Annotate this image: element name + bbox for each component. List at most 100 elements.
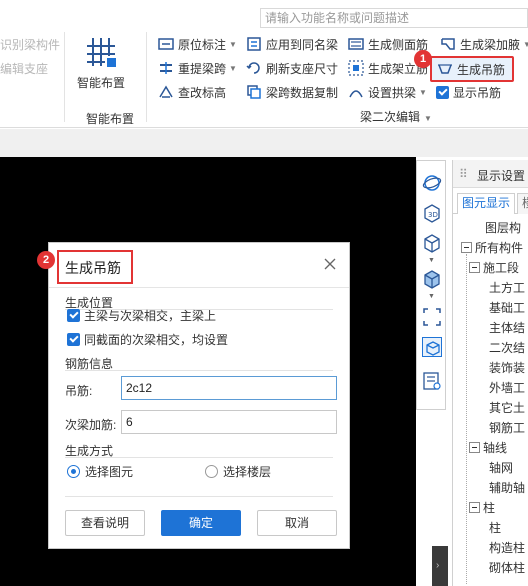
canvas-scroll-handle[interactable]: › — [432, 546, 448, 586]
layer-list-button[interactable] — [422, 371, 442, 391]
span-icon — [160, 62, 172, 74]
chevron-down-icon[interactable]: ▼ — [428, 293, 435, 300]
panel-title-bar[interactable]: ⠿ 显示设置 — [453, 160, 528, 188]
chevron-down-icon: ▼ — [419, 87, 427, 97]
chevron-down-icon: ▼ — [229, 63, 237, 73]
cb-main-secondary-intersect[interactable]: 主梁与次梁相交，主梁上 — [67, 307, 216, 324]
tree-label: 二次结 — [489, 341, 526, 355]
gen-beam-haunch-button[interactable]: 生成梁加腋 ▼ — [440, 34, 528, 54]
gen-side-rebar-button[interactable]: 生成侧面筋 — [348, 34, 428, 54]
gen-hanger-rebar-inner: 生成吊筋 — [437, 59, 505, 79]
collapse-icon[interactable] — [469, 502, 480, 513]
checkbox-checked-icon — [67, 333, 80, 346]
tab-element-display[interactable]: 图元显示 — [457, 193, 516, 214]
radio-select-element[interactable]: 选择图元 — [67, 463, 133, 480]
tree-item[interactable]: 柱 — [489, 518, 501, 538]
smart-layout-button[interactable]: 智能布置 — [74, 32, 128, 90]
drag-grip-icon[interactable]: ⠿ — [459, 167, 468, 181]
collapse-icon[interactable] — [461, 242, 472, 253]
tree-label: 其它土 — [489, 401, 526, 415]
gen-beam-haunch-label: 生成梁加腋 — [460, 37, 521, 52]
tree-label: 轴线 — [483, 441, 508, 455]
tab-floor-display[interactable]: 楼 — [517, 193, 528, 214]
chevron-right-icon: › — [436, 560, 440, 571]
dialog-title: 生成吊筋 — [65, 260, 121, 276]
set-arch-beam-label: 设置拱梁 — [368, 85, 417, 100]
tree-label: 钢筋工 — [489, 421, 526, 435]
solid-cube-button[interactable] — [422, 269, 442, 289]
close-icon[interactable] — [323, 257, 337, 271]
ribbon-item-identify-beam[interactable]: 识别梁构件 — [0, 36, 60, 53]
show-hanger-label: 显示吊筋 — [453, 85, 502, 100]
chevron-down-icon[interactable]: ▼ — [428, 257, 435, 264]
orbit-view-button[interactable] — [422, 173, 442, 193]
radio-select-floor[interactable]: 选择楼层 — [205, 463, 271, 480]
hanger-rebar-input[interactable]: 2c12 — [121, 376, 337, 400]
tree-label: 装饰装 — [489, 361, 526, 375]
tree-item[interactable]: 主体结 — [489, 318, 525, 338]
apply-icon — [247, 37, 261, 51]
tree-group[interactable]: 柱 — [469, 498, 495, 518]
copy-icon — [247, 85, 261, 99]
copy-span-data-label: 梁跨数据复制 — [266, 85, 339, 100]
tree-item[interactable]: 砌体柱 — [489, 558, 525, 578]
tree-item[interactable]: 钢筋工 — [489, 418, 525, 438]
tree-label: 构造柱 — [489, 541, 526, 555]
original-annotation-button[interactable]: 原位标注 ▼ — [158, 34, 237, 54]
group-divider — [146, 32, 147, 122]
display-mode-button[interactable] — [422, 337, 442, 357]
refresh-support-button[interactable]: 刷新支座尺寸 — [246, 58, 338, 78]
tree-item[interactable]: 土方工 — [489, 278, 525, 298]
secondary-rebar-label: 次梁加筋: — [65, 418, 117, 432]
grid-layout-icon — [87, 38, 116, 67]
cancel-button[interactable]: 取消 — [257, 510, 337, 536]
tree-item[interactable]: 辅助轴 — [489, 478, 525, 498]
tree-item[interactable]: 装饰装 — [489, 358, 525, 378]
elevation-icon — [159, 85, 173, 98]
show-hanger-checkbox[interactable]: 显示吊筋 — [436, 82, 501, 102]
ribbon-item-edit-support[interactable]: 编辑支座 — [0, 60, 48, 77]
set-arch-beam-button[interactable]: 设置拱梁 ▼ — [348, 82, 427, 102]
check-elevation-button[interactable]: 查改标高 — [158, 82, 226, 102]
3d-view-button[interactable]: 3D — [422, 203, 442, 223]
wire-cube-button[interactable] — [422, 233, 442, 253]
group-label-smart: 智能布置 — [86, 112, 135, 126]
collapse-icon[interactable] — [469, 262, 480, 273]
tree-item[interactable]: 轴网 — [489, 458, 513, 478]
original-annotation-label: 原位标注 — [178, 37, 227, 52]
re-extract-span-button[interactable]: 重提梁跨 ▼ — [158, 58, 237, 78]
solid-cube-icon — [424, 270, 440, 289]
tree-label: 基础工 — [489, 301, 526, 315]
cb-same-section-intersect[interactable]: 同截面的次梁相交，均设置 — [67, 331, 228, 348]
section-divider — [65, 370, 333, 371]
tree-item[interactable]: 其它土 — [489, 398, 525, 418]
tree-item[interactable]: 二次结 — [489, 338, 525, 358]
tree-item[interactable]: 基础工 — [489, 298, 525, 318]
annotation-icon — [158, 38, 174, 50]
panel-tabs: 图元显示 楼 — [453, 190, 528, 214]
gen-hanger-rebar-button[interactable]: 生成吊筋 — [430, 56, 514, 82]
copy-span-data-button[interactable]: 梁跨数据复制 — [246, 82, 338, 102]
collapse-icon[interactable] — [469, 442, 480, 453]
tree-group[interactable]: 轴线 — [469, 438, 507, 458]
tree-item[interactable]: 外墙工 — [489, 378, 525, 398]
tree-header: 图层构 — [485, 221, 522, 235]
tree-label: 外墙工 — [489, 381, 526, 395]
search-input[interactable]: 请输入功能名称或问题描述 — [260, 8, 528, 28]
select-frame-icon — [423, 308, 441, 326]
tree-label: 柱 — [489, 521, 502, 535]
tree-group[interactable]: 施工段 — [469, 258, 519, 278]
chevron-down-icon: ▼ — [229, 39, 237, 49]
erection-rebar-icon — [348, 60, 364, 76]
chevron-down-icon: ▼ — [523, 39, 528, 49]
tree-label: 砌体柱 — [489, 561, 526, 575]
tree-item[interactable]: 构造柱 — [489, 538, 525, 558]
tree-label: 施工段 — [483, 261, 520, 275]
ok-button[interactable]: 确定 — [161, 510, 241, 536]
select-box-button[interactable] — [422, 307, 442, 327]
hanger-rebar-label: 吊筋: — [65, 384, 93, 398]
tree-group[interactable]: 所有构件 — [461, 238, 523, 258]
secondary-rebar-input[interactable]: 6 — [121, 410, 337, 434]
view-help-button[interactable]: 查看说明 — [65, 510, 145, 536]
apply-same-beam-button[interactable]: 应用到同名梁 — [246, 34, 338, 54]
